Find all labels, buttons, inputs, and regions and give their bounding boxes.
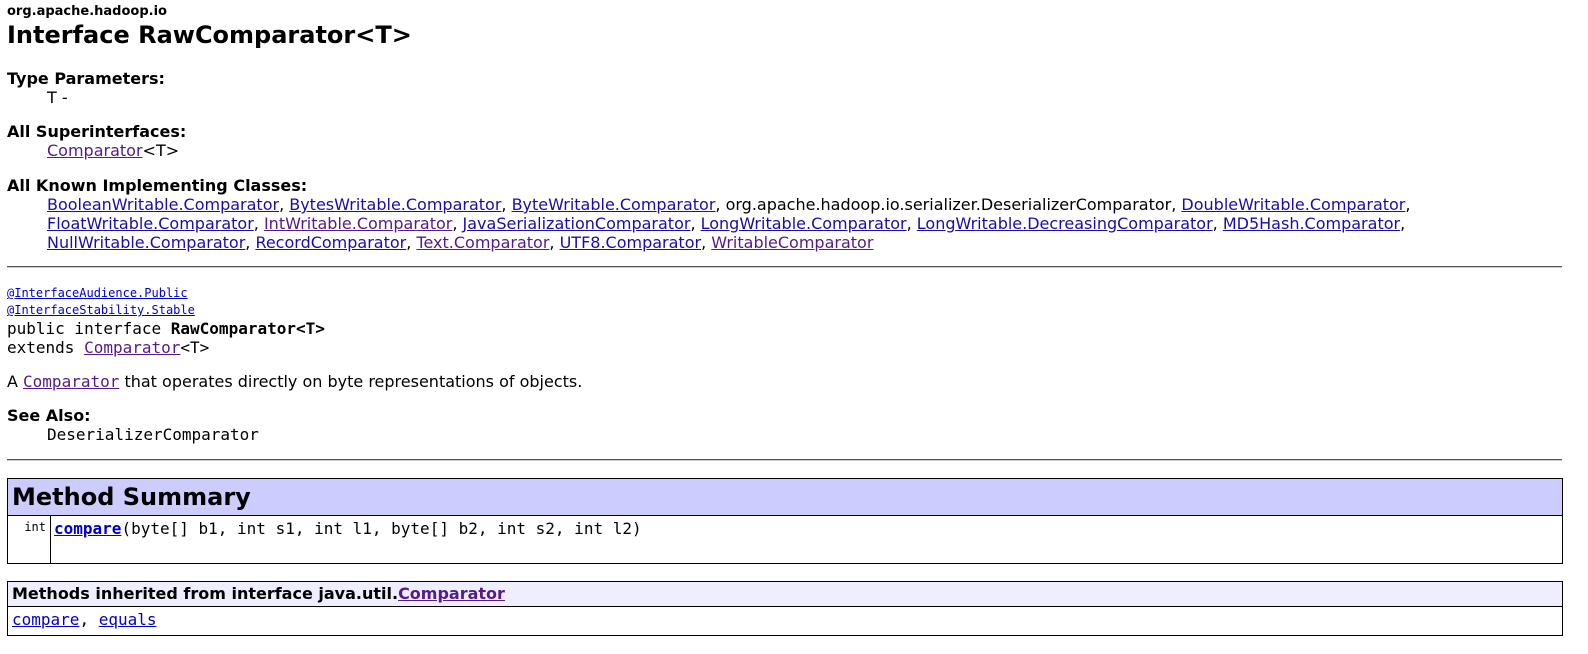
- superinterfaces-label: All Superinterfaces:: [7, 122, 187, 141]
- inherited-heading: Methods inherited from interface java.ut…: [7, 581, 1563, 607]
- interface-declaration: public interface RawComparator<T>: [7, 319, 325, 338]
- implementing-class-text: org.apache.hadoop.io.serializer.Deserial…: [725, 195, 1172, 214]
- implementing-class-link[interactable]: UTF8.Comparator: [560, 233, 701, 252]
- method-return-type: int: [7, 515, 51, 564]
- extends-clause: extends Comparator<T>: [7, 338, 209, 357]
- implementing-class-link[interactable]: BytesWritable.Comparator: [289, 195, 501, 214]
- method-summary-heading: Method Summary: [7, 478, 1563, 516]
- superinterface-comparator-link[interactable]: Comparator: [47, 141, 143, 160]
- method-signature: compare(byte[] b1, int s1, int l1, byte[…: [50, 515, 1563, 564]
- implementing-class-link[interactable]: Text.Comparator: [416, 233, 549, 252]
- inherited-heading-prefix: Methods inherited from interface java.ut…: [12, 584, 399, 603]
- inherited-separator: ,: [79, 610, 99, 629]
- inherited-comparator-link[interactable]: Comparator: [398, 584, 505, 603]
- table-row: compare, equals: [7, 606, 1563, 636]
- description-suffix: that operates directly on byte represent…: [119, 372, 583, 391]
- class-description: A Comparator that operates directly on b…: [7, 372, 582, 391]
- implementing-class-link[interactable]: WritableComparator: [711, 233, 873, 252]
- implementing-class-link[interactable]: JavaSerializationComparator: [463, 214, 691, 233]
- extends-suffix: <T>: [180, 338, 210, 357]
- implementing-class-link[interactable]: DoubleWritable.Comparator: [1181, 195, 1405, 214]
- implementing-class-link[interactable]: ByteWritable.Comparator: [512, 195, 716, 214]
- inherited-method-compare-link[interactable]: compare: [12, 610, 79, 629]
- implementing-class-link[interactable]: BooleanWritable.Comparator: [47, 195, 279, 214]
- implementing-class-link[interactable]: MD5Hash.Comparator: [1223, 214, 1400, 233]
- declaration-prefix: public interface: [7, 319, 171, 338]
- page-title: Interface RawComparator<T>: [7, 21, 412, 49]
- implementing-class-link[interactable]: LongWritable.Comparator: [701, 214, 907, 233]
- description-prefix: A: [7, 372, 24, 391]
- inherited-methods-table: Methods inherited from interface java.ut…: [7, 581, 1563, 636]
- inherited-methods-list: compare, equals: [7, 606, 1563, 636]
- superinterface-suffix: <T>: [142, 141, 180, 160]
- superinterfaces-value: Comparator<T>: [47, 141, 179, 160]
- implementing-classes-line-2: FloatWritable.Comparator, IntWritable.Co…: [47, 214, 1406, 233]
- divider: [7, 459, 1562, 461]
- implementing-classes-line-1: BooleanWritable.Comparator, BytesWritabl…: [47, 195, 1411, 214]
- extends-comparator-link[interactable]: Comparator: [84, 338, 180, 357]
- table-row: int compare(byte[] b1, int s1, int l1, b…: [7, 515, 1563, 564]
- method-summary-table: Method Summary int compare(byte[] b1, in…: [7, 478, 1563, 564]
- inherited-method-equals-link[interactable]: equals: [99, 610, 157, 629]
- implementing-classes-label: All Known Implementing Classes:: [7, 176, 308, 195]
- see-also-value: DeserializerComparator: [47, 425, 259, 444]
- divider: [7, 266, 1562, 268]
- annotation-stability: @InterfaceStability.Stable: [7, 302, 195, 318]
- see-also-label: See Also:: [7, 406, 91, 425]
- implementing-class-link[interactable]: FloatWritable.Comparator: [47, 214, 254, 233]
- implementing-class-link[interactable]: IntWritable.Comparator: [264, 214, 452, 233]
- annotation-stability-link[interactable]: @InterfaceStability.Stable: [7, 303, 195, 317]
- annotation-audience-link[interactable]: @InterfaceAudience.Public: [7, 286, 188, 300]
- annotation-audience: @InterfaceAudience.Public: [7, 285, 188, 301]
- implementing-class-link[interactable]: RecordComparator: [255, 233, 406, 252]
- implementing-classes-line-3: NullWritable.Comparator, RecordComparato…: [47, 233, 874, 252]
- implementing-class-link[interactable]: NullWritable.Comparator: [47, 233, 245, 252]
- type-parameters-value: T -: [47, 88, 68, 107]
- declaration-name: RawComparator<T>: [170, 319, 325, 338]
- implementing-class-link[interactable]: LongWritable.DecreasingComparator: [917, 214, 1213, 233]
- method-params: (byte[] b1, int s1, int l1, byte[] b2, i…: [121, 519, 642, 538]
- method-compare-link[interactable]: compare: [54, 519, 121, 538]
- type-parameters-label: Type Parameters:: [7, 69, 165, 88]
- description-comparator-link[interactable]: Comparator: [23, 372, 119, 391]
- extends-prefix: extends: [7, 338, 85, 357]
